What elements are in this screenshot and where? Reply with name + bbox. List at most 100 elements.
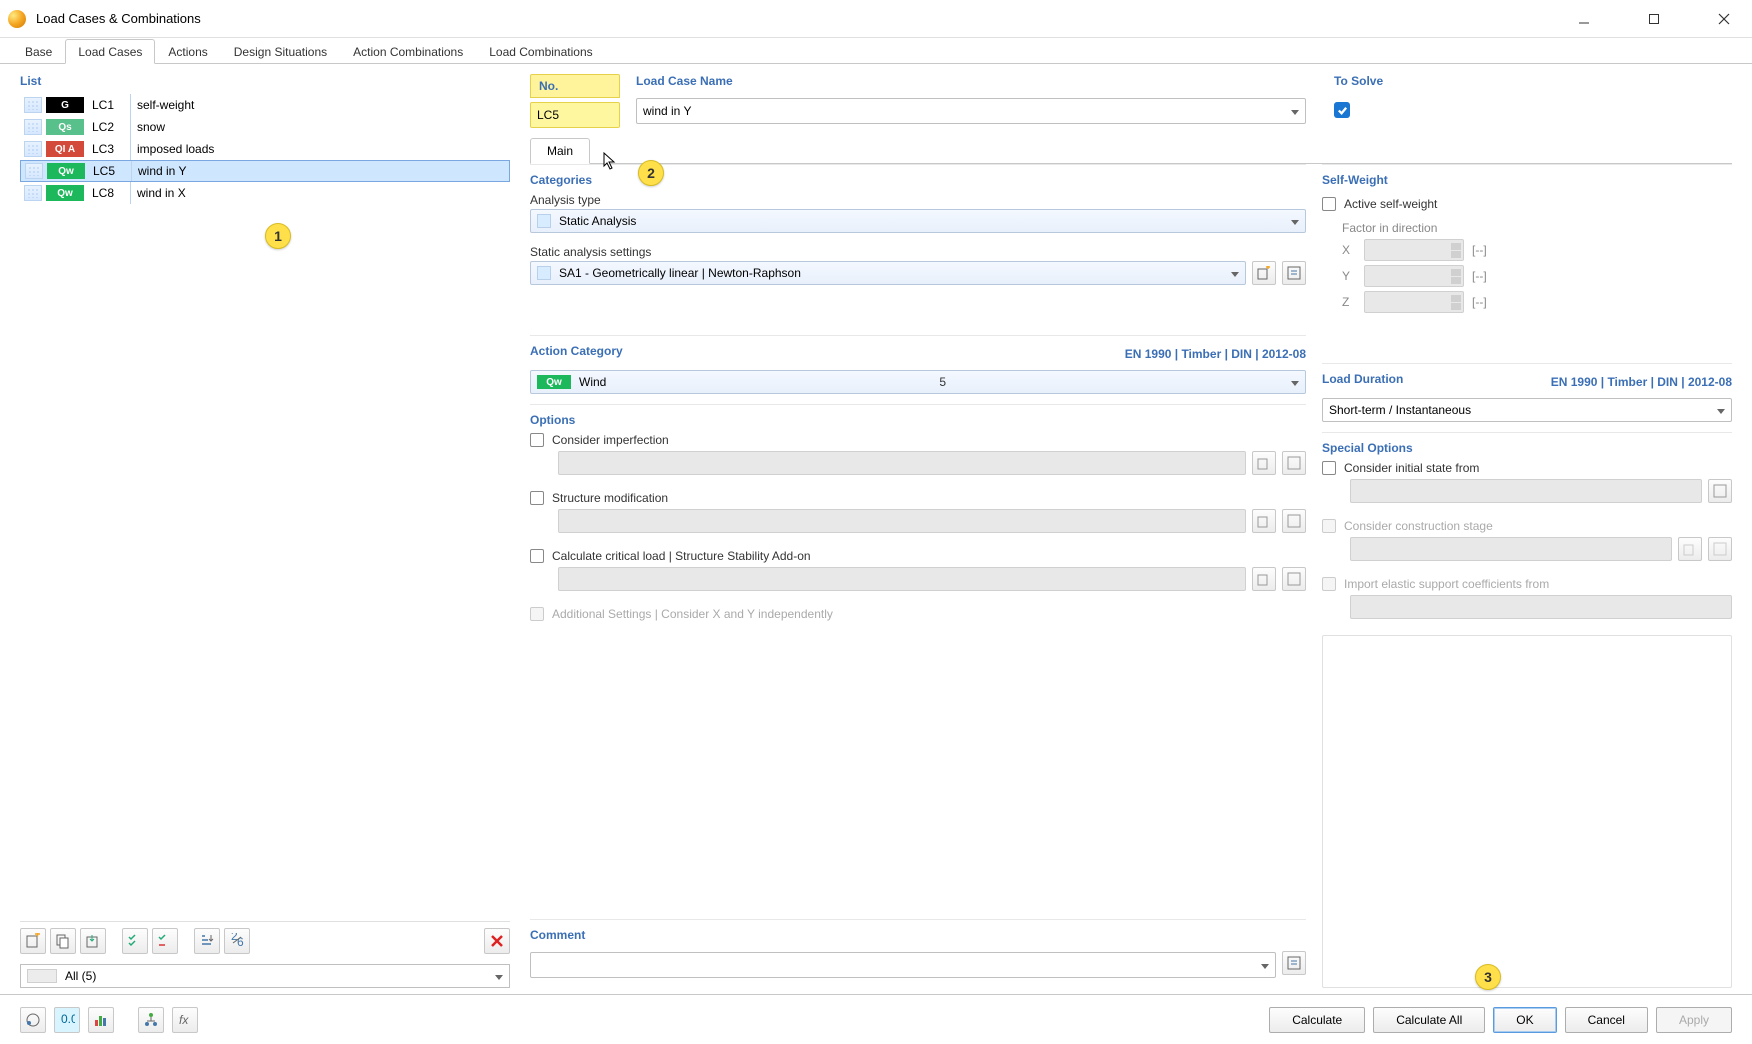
category-badge: QI A: [46, 141, 84, 157]
drag-handle-icon[interactable]: [24, 97, 42, 113]
tab-action-combinations[interactable]: Action Combinations: [340, 39, 476, 63]
load-duration-standard: EN 1990 | Timber | DIN | 2012-08: [1551, 375, 1732, 389]
load-duration-header: Load Duration: [1322, 372, 1403, 386]
tab-bar: Base Load Cases Actions Design Situation…: [0, 38, 1752, 64]
list-item[interactable]: QI A LC3 imposed loads: [20, 138, 510, 160]
special-options-header: Special Options: [1322, 441, 1732, 455]
structure-mod-new-button[interactable]: [1252, 509, 1276, 533]
minimize-button[interactable]: [1564, 4, 1604, 34]
tab-load-combinations[interactable]: Load Combinations: [476, 39, 605, 63]
chevron-down-icon: [1291, 375, 1299, 389]
construction-field: [1350, 537, 1672, 561]
list-item[interactable]: Qw LC5 wind in Y: [20, 160, 510, 182]
import-button[interactable]: [80, 928, 106, 954]
category-badge: Qw: [46, 185, 84, 201]
ok-button[interactable]: OK: [1493, 1007, 1556, 1033]
drag-handle-icon[interactable]: [25, 163, 43, 179]
sub-tab-bar: Main: [530, 138, 1732, 164]
list-item[interactable]: Qs LC2 snow: [20, 116, 510, 138]
drag-handle-icon[interactable]: [24, 141, 42, 157]
renumber-button[interactable]: 26: [224, 928, 250, 954]
list-item[interactable]: Qw LC8 wind in X: [20, 182, 510, 204]
delete-button[interactable]: [484, 928, 510, 954]
help-button[interactable]: [20, 1007, 46, 1033]
comment-edit-button[interactable]: [1282, 951, 1306, 975]
maximize-button[interactable]: [1634, 4, 1674, 34]
footer: 0.00 fx Calculate Calculate All OK Cance…: [0, 994, 1752, 1044]
to-solve-checkbox[interactable]: [1334, 102, 1350, 118]
new-button[interactable]: [20, 928, 46, 954]
chevron-down-icon: [1717, 403, 1725, 417]
fx-button[interactable]: fx: [172, 1007, 198, 1033]
lc-name: snow: [135, 120, 510, 134]
filter-combo[interactable]: All (5): [20, 964, 510, 988]
tree-button[interactable]: [138, 1007, 164, 1033]
unit-label: [--]: [1472, 295, 1487, 309]
tab-base[interactable]: Base: [12, 39, 65, 63]
structure-mod-checkbox[interactable]: [530, 491, 544, 505]
calculate-all-button[interactable]: Calculate All: [1373, 1007, 1485, 1033]
units-button[interactable]: 0.00: [54, 1007, 80, 1033]
options-header: Options: [530, 413, 1306, 427]
initial-state-checkbox[interactable]: [1322, 461, 1336, 475]
name-field[interactable]: wind in Y: [636, 98, 1306, 124]
construction-checkbox: [1322, 519, 1336, 533]
self-weight-header: Self-Weight: [1322, 173, 1732, 187]
select-all-button[interactable]: [122, 928, 148, 954]
critical-edit-button[interactable]: [1282, 567, 1306, 591]
lc-code: LC1: [92, 98, 130, 112]
annotation-2: 2: [638, 160, 664, 186]
lc-code: LC3: [92, 142, 130, 156]
no-field[interactable]: LC5: [530, 102, 620, 128]
drag-handle-icon[interactable]: [24, 185, 42, 201]
chevron-down-icon: [1291, 214, 1299, 228]
imperfection-edit-button[interactable]: [1282, 451, 1306, 475]
critical-load-field: [558, 567, 1246, 591]
unit-label: [--]: [1472, 243, 1487, 257]
action-category-standard: EN 1990 | Timber | DIN | 2012-08: [1125, 347, 1306, 361]
sort-button[interactable]: [194, 928, 220, 954]
list-item[interactable]: G LC1 self-weight: [20, 94, 510, 116]
structure-mod-edit-button[interactable]: [1282, 509, 1306, 533]
drag-handle-icon[interactable]: [24, 119, 42, 135]
lc-name: wind in Y: [136, 164, 509, 178]
action-category-combo[interactable]: Qw Wind 5: [530, 370, 1306, 394]
sub-tab-main[interactable]: Main: [530, 138, 590, 164]
cancel-button[interactable]: Cancel: [1565, 1007, 1648, 1033]
calculate-button[interactable]: Calculate: [1269, 1007, 1365, 1033]
construction-new-button: [1678, 537, 1702, 561]
tab-load-cases[interactable]: Load Cases: [65, 39, 155, 64]
chevron-down-icon: [1261, 958, 1269, 972]
filter-label: All (5): [65, 969, 96, 983]
lc-name: wind in X: [135, 186, 510, 200]
copy-button[interactable]: [50, 928, 76, 954]
comment-field[interactable]: [530, 952, 1276, 978]
category-badge: Qs: [46, 119, 84, 135]
chart-button[interactable]: [88, 1007, 114, 1033]
analysis-type-combo[interactable]: Static Analysis: [530, 209, 1306, 233]
solve-label: To Solve: [1334, 74, 1732, 88]
tab-design-situations[interactable]: Design Situations: [221, 39, 340, 63]
deselect-all-button[interactable]: [152, 928, 178, 954]
name-label: Load Case Name: [636, 74, 1306, 88]
initial-edit-button[interactable]: [1708, 479, 1732, 503]
edit-settings-button[interactable]: [1282, 261, 1306, 285]
category-badge: Qw: [47, 163, 85, 179]
chevron-down-icon: [1231, 266, 1239, 280]
active-self-weight-checkbox[interactable]: [1322, 197, 1336, 211]
close-button[interactable]: [1704, 4, 1744, 34]
imperfection-new-button[interactable]: [1252, 451, 1276, 475]
tab-actions[interactable]: Actions: [155, 39, 220, 63]
imperfection-checkbox[interactable]: [530, 433, 544, 447]
critical-load-checkbox[interactable]: [530, 549, 544, 563]
lc-code: LC8: [92, 186, 130, 200]
lc-name: imposed loads: [135, 142, 510, 156]
new-settings-button[interactable]: [1252, 261, 1276, 285]
svg-text:0.00: 0.00: [61, 1012, 75, 1026]
load-duration-combo[interactable]: Short-term / Instantaneous: [1322, 398, 1732, 422]
factor-spinner: [1364, 239, 1464, 261]
construction-edit-button: [1708, 537, 1732, 561]
critical-new-button[interactable]: [1252, 567, 1276, 591]
settings-combo[interactable]: SA1 - Geometrically linear | Newton-Raph…: [530, 261, 1246, 285]
structure-mod-field: [558, 509, 1246, 533]
